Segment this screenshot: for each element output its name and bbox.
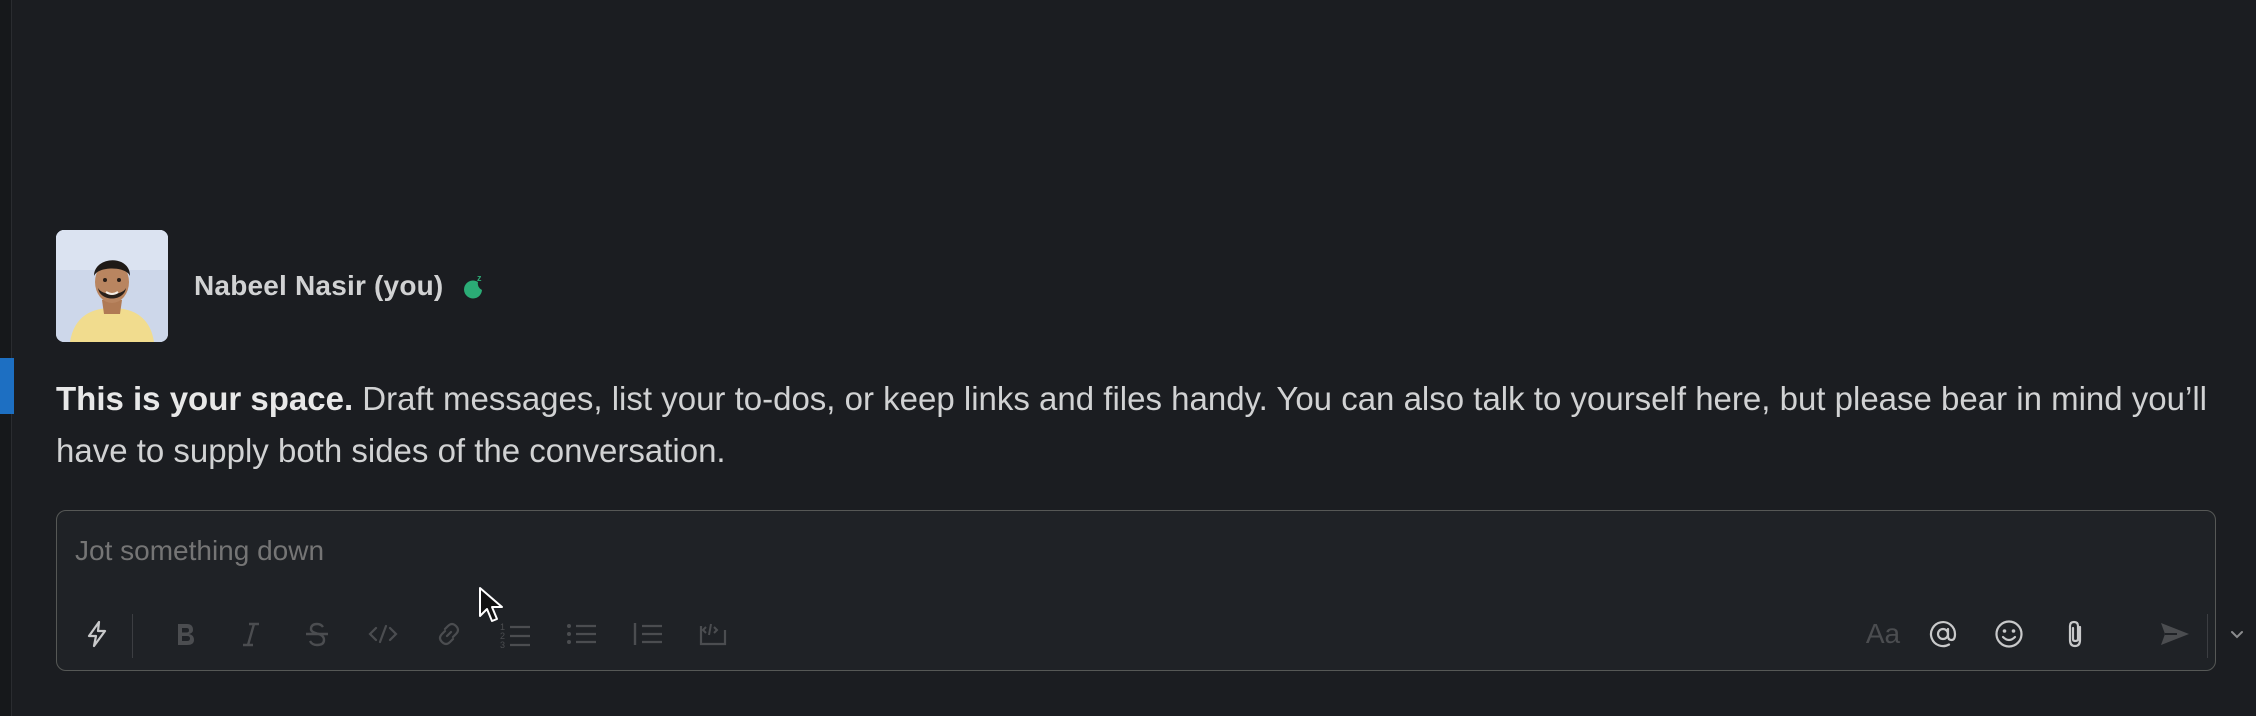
strikethrough-button[interactable]	[295, 612, 339, 656]
attach-icon	[2068, 620, 2082, 648]
snooze-icon: z	[461, 273, 487, 299]
code-block-button[interactable]	[691, 612, 735, 656]
display-name[interactable]: Nabeel Nasir (you)	[194, 270, 443, 302]
mouse-cursor-icon	[478, 586, 504, 629]
shortcuts-button[interactable]	[75, 612, 119, 656]
text-format-label: Aa	[1865, 618, 1901, 649]
code-icon	[368, 624, 398, 644]
composer-toolbar: 1 2 3 Aa	[57, 598, 2243, 670]
toolbar-divider	[132, 614, 133, 658]
formatting-toggle-button[interactable]: Aa	[1853, 612, 1913, 656]
bulleted-list-button[interactable]	[559, 612, 603, 656]
avatar[interactable]	[56, 230, 168, 342]
blockquote-icon	[633, 623, 662, 645]
intro-text: This is your space. Draft messages, list…	[56, 373, 2216, 477]
svg-text:z: z	[477, 273, 482, 283]
strikethrough-icon	[306, 622, 328, 647]
bold-icon	[178, 624, 194, 645]
profile-header: Nabeel Nasir (you) z	[56, 230, 487, 342]
code-block-icon	[699, 623, 727, 646]
emoji-button[interactable]	[1987, 612, 2031, 656]
link-icon	[438, 622, 460, 646]
intro-body: Draft messages, list your to-dos, or kee…	[56, 380, 2208, 469]
intro-lead: This is your space.	[56, 380, 354, 417]
bulleted-list-icon	[567, 624, 596, 644]
active-indicator	[0, 358, 14, 414]
mention-icon	[1929, 621, 1957, 648]
attach-button[interactable]	[2053, 612, 2097, 656]
emoji-icon	[1995, 620, 2023, 648]
shortcuts-icon	[87, 620, 107, 648]
send-button[interactable]	[2153, 612, 2197, 656]
italic-icon	[243, 622, 259, 647]
message-input[interactable]	[75, 535, 1975, 567]
channel-view: Nabeel Nasir (you) z This is your space.…	[0, 0, 2256, 716]
send-options-chevron-icon	[2231, 631, 2243, 639]
mention-button[interactable]	[1921, 612, 1965, 656]
code-button[interactable]	[361, 612, 405, 656]
send-options-button[interactable]	[2217, 612, 2256, 656]
blockquote-button[interactable]	[625, 612, 669, 656]
italic-button[interactable]	[229, 612, 273, 656]
link-button[interactable]	[427, 612, 471, 656]
send-icon	[2161, 623, 2189, 645]
toolbar-divider	[2207, 614, 2208, 658]
svg-text:3: 3	[500, 640, 505, 648]
bold-button[interactable]	[163, 612, 207, 656]
avatar-image	[56, 230, 168, 342]
message-composer: 1 2 3	[56, 510, 2243, 671]
